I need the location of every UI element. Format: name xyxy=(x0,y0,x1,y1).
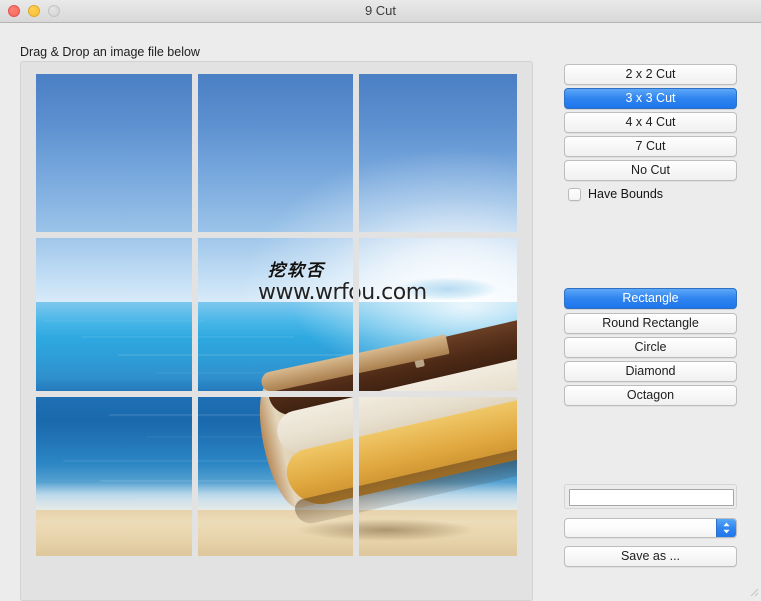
have-bounds-checkbox-row[interactable]: Have Bounds xyxy=(568,187,663,201)
resize-grip-icon[interactable] xyxy=(747,585,759,597)
cut-option-2x2[interactable]: 2 x 2 Cut xyxy=(564,64,737,85)
chevron-updown-icon[interactable] xyxy=(716,519,736,537)
app-window: 9 Cut Drag & Drop an image file below 挖软… xyxy=(0,0,761,601)
image-tile[interactable]: 挖软否www.wrfou.com xyxy=(198,397,353,556)
image-tile[interactable]: 挖软否www.wrfou.com xyxy=(36,397,192,556)
image-tile[interactable]: 挖软否www.wrfou.com xyxy=(198,74,353,232)
cut-option-7[interactable]: 7 Cut xyxy=(564,136,737,157)
image-drop-well[interactable]: 挖软否www.wrfou.com 挖软否www.wrfou.com 挖软否www… xyxy=(20,61,533,601)
window-title: 9 Cut xyxy=(364,3,397,18)
have-bounds-label: Have Bounds xyxy=(588,187,664,201)
filename-input[interactable] xyxy=(569,489,734,506)
image-tile[interactable]: 挖软否www.wrfou.com xyxy=(198,238,353,391)
have-bounds-checkbox[interactable] xyxy=(568,187,581,201)
image-tile-grid: 挖软否www.wrfou.com 挖软否www.wrfou.com 挖软否www… xyxy=(36,74,517,557)
cut-option-4x4[interactable]: 4 x 4 Cut xyxy=(564,112,737,133)
image-tile[interactable]: 挖软否www.wrfou.com xyxy=(359,74,517,232)
shape-option-diamond[interactable]: Diamond xyxy=(564,361,737,382)
shape-option-round-rectangle[interactable]: Round Rectangle xyxy=(564,313,737,334)
save-as-button[interactable]: Save as ... xyxy=(564,546,737,567)
image-tile[interactable]: 挖软否www.wrfou.com xyxy=(359,238,517,391)
image-tile[interactable]: 挖软否www.wrfou.com xyxy=(359,397,517,556)
shape-option-rectangle[interactable]: Rectangle xyxy=(564,288,737,309)
filename-field-bezel xyxy=(564,484,737,509)
title-bar: 9 Cut xyxy=(0,0,761,23)
image-tile[interactable]: 挖软否www.wrfou.com xyxy=(36,238,192,391)
cut-option-3x3[interactable]: 3 x 3 Cut xyxy=(564,88,737,109)
cut-option-no-cut[interactable]: No Cut xyxy=(564,160,737,181)
shape-option-octagon[interactable]: Octagon xyxy=(564,385,737,406)
image-tile[interactable]: 挖软否www.wrfou.com xyxy=(36,74,192,232)
format-select[interactable] xyxy=(564,518,737,538)
shape-option-circle[interactable]: Circle xyxy=(564,337,737,358)
drop-hint-label: Drag & Drop an image file below xyxy=(20,45,200,59)
window-content: Drag & Drop an image file below 挖软否 www.w… xyxy=(0,23,761,601)
